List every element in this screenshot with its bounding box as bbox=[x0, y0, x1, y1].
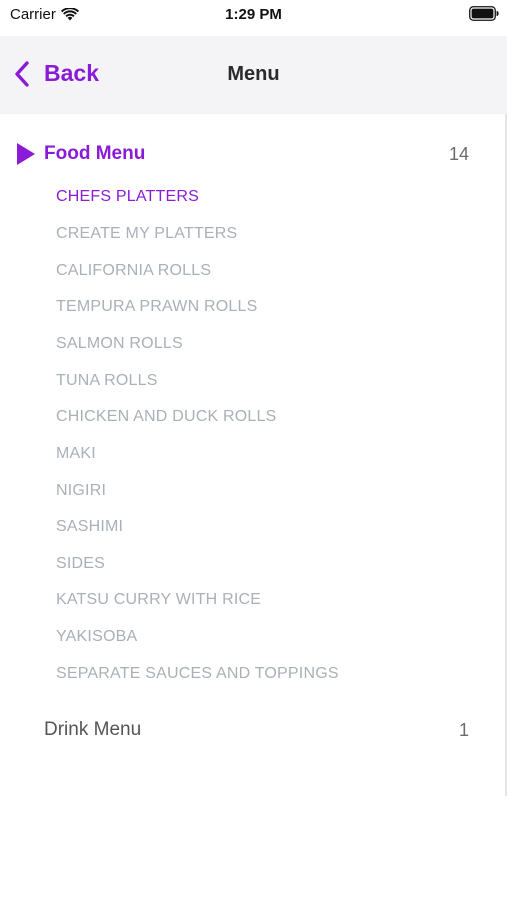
menu-item-salmon-rolls[interactable]: SALMON ROLLS bbox=[56, 335, 183, 353]
menu-item-create-my-platters[interactable]: CREATE MY PLATTERS bbox=[56, 225, 237, 243]
status-bar: Carrier 1:29 PM bbox=[0, 0, 507, 36]
category-label: Drink Menu bbox=[44, 719, 142, 740]
menu-item-separate-sauces-and-toppings[interactable]: SEPARATE SAUCES AND TOPPINGS bbox=[56, 665, 339, 683]
category-label: Food Menu bbox=[44, 143, 146, 164]
category-drink-menu[interactable]: Drink Menu 1 bbox=[0, 710, 507, 750]
status-time: 1:29 PM bbox=[225, 6, 282, 23]
menu-item-chefs-platters[interactable]: CHEFS PLATTERS bbox=[56, 188, 199, 206]
menu-item-tuna-rolls[interactable]: TUNA ROLLS bbox=[56, 372, 158, 390]
menu-item-tempura-prawn-rolls[interactable]: TEMPURA PRAWN ROLLS bbox=[56, 298, 257, 316]
menu-item-california-rolls[interactable]: CALIFORNIA ROLLS bbox=[56, 262, 211, 280]
menu-item-maki[interactable]: MAKI bbox=[56, 445, 96, 463]
menu-item-nigiri[interactable]: NIGIRI bbox=[56, 482, 106, 500]
category-food-menu[interactable]: Food Menu 14 bbox=[0, 134, 507, 174]
menu-item-sides[interactable]: SIDES bbox=[56, 555, 105, 573]
menu-item-yakisoba[interactable]: YAKISOBA bbox=[56, 628, 137, 646]
caret-right-icon bbox=[17, 143, 35, 165]
screen: Carrier 1:29 PM Back Menu Food Menu 14 C… bbox=[0, 0, 507, 900]
navigation-bar: Back Menu bbox=[0, 36, 507, 114]
menu-item-sashimi[interactable]: SASHIMI bbox=[56, 518, 123, 536]
battery-icon bbox=[469, 6, 499, 26]
menu-item-chicken-and-duck-rolls[interactable]: CHICKEN AND DUCK ROLLS bbox=[56, 408, 276, 426]
category-count: 1 bbox=[458, 720, 469, 740]
page-title: Menu bbox=[227, 63, 280, 85]
category-count: 14 bbox=[448, 144, 469, 164]
menu-item-katsu-curry-with-rice[interactable]: KATSU CURRY WITH RICE bbox=[56, 591, 261, 609]
